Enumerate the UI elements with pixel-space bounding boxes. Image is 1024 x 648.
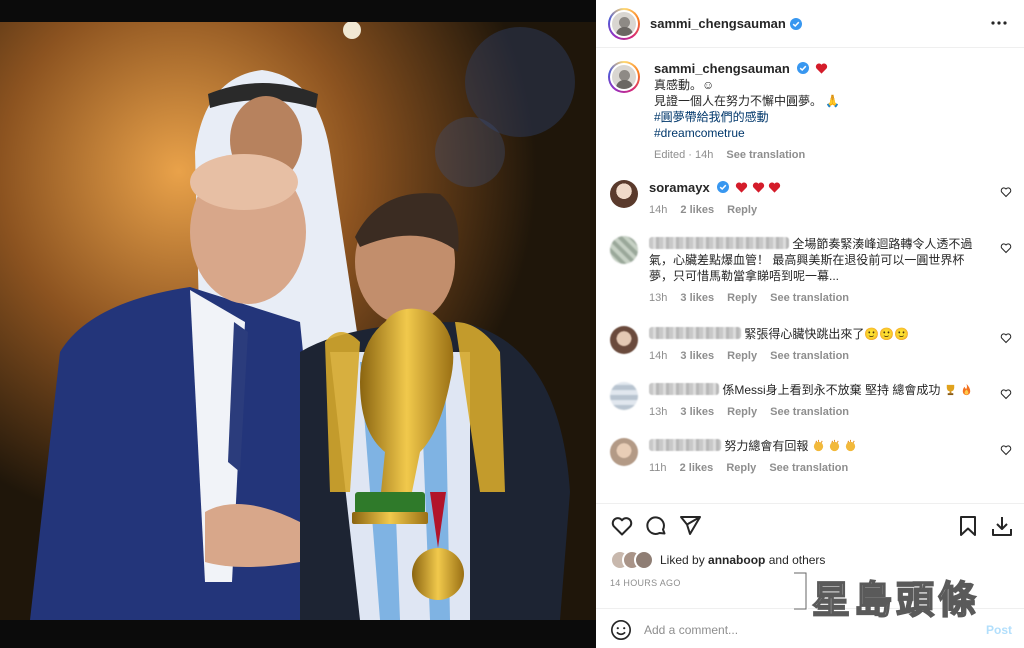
- caption-line-1: 真感動。☺: [654, 78, 715, 92]
- like-comment-icon[interactable]: [1000, 242, 1012, 254]
- author-avatar[interactable]: [608, 7, 640, 40]
- reply-button[interactable]: Reply: [727, 204, 757, 216]
- trophy-emoji-icon: [946, 384, 954, 396]
- comment-item: 努力總會有回報 11h 2 likes Reply See translatio…: [610, 438, 1020, 476]
- fire-emoji-icon: [962, 383, 971, 396]
- blurred-username: [649, 383, 719, 395]
- comment-likes[interactable]: 3 likes: [680, 292, 714, 304]
- commenter-avatar[interactable]: [610, 236, 638, 264]
- clapping-hands-emoji-icon: [829, 439, 840, 452]
- comments-scroll-area[interactable]: sammi_chengsauman 真感動。☺ 見證一個人在努力不懈中圓夢。 🙏…: [596, 49, 1024, 503]
- comment-time: 13h: [649, 406, 668, 418]
- reply-button[interactable]: Reply: [726, 462, 756, 474]
- watermark-text: 星島頭條: [811, 577, 981, 623]
- comment-item: 緊張得心臟快跳出來了🙂🙂🙂 14h 3 likes Reply See tran…: [610, 326, 1020, 364]
- post-photo[interactable]: [0, 22, 596, 620]
- post-header: sammi_chengsauman: [596, 0, 1024, 48]
- author-username[interactable]: sammi_chengsauman: [650, 16, 786, 31]
- red-heart-icon: [768, 182, 781, 193]
- see-translation-link[interactable]: See translation: [770, 292, 849, 304]
- comment-item: soramayx 14h 2 likes Reply: [610, 180, 1020, 218]
- clapping-hands-emoji-icon: [813, 439, 823, 452]
- comment-time: 14h: [649, 350, 668, 362]
- commenter-avatar[interactable]: [610, 180, 638, 208]
- post-comment-button[interactable]: Post: [986, 623, 1012, 637]
- commenter-avatar[interactable]: [610, 326, 638, 354]
- reply-button[interactable]: Reply: [727, 350, 757, 362]
- red-heart-icon: [752, 182, 764, 193]
- post-timestamp: 14 HOURS AGO: [610, 578, 681, 588]
- comment-icon[interactable]: [644, 514, 668, 538]
- liker-avatars[interactable]: [610, 550, 654, 570]
- reply-button[interactable]: Reply: [727, 292, 757, 304]
- red-heart-icon: [736, 182, 748, 193]
- comment-likes[interactable]: 3 likes: [680, 350, 714, 362]
- edited-time: Edited · 14h: [654, 149, 714, 161]
- comment-likes[interactable]: 2 likes: [680, 204, 714, 216]
- comment-text: 努力總會有回報: [724, 439, 809, 453]
- liked-by-user[interactable]: annaboop: [708, 553, 765, 567]
- comment-item: 全場節奏緊湊峰迴路轉令人透不過氣，心臟差點爆血管！ 最高興美斯在退役前可以一圓世…: [610, 236, 1020, 306]
- comment-text: 緊張得心臟快跳出來了🙂🙂🙂: [744, 327, 910, 341]
- verified-badge-icon: [789, 17, 802, 30]
- clapping-hands-emoji-icon: [846, 439, 856, 452]
- see-translation-link[interactable]: See translation: [770, 350, 849, 362]
- verified-badge-icon: [717, 181, 730, 193]
- more-options-icon[interactable]: [990, 14, 1008, 32]
- see-translation-link[interactable]: See translation: [770, 406, 849, 418]
- comment-likes[interactable]: 3 likes: [680, 406, 714, 418]
- comment-item: 係Messi身上看到永不放棄 堅持 總會成功 13h 3 likes Reply…: [610, 382, 1020, 420]
- blurred-username: [649, 327, 741, 339]
- download-icon[interactable]: [990, 514, 1014, 538]
- add-comment-input[interactable]: Add a comment...: [644, 623, 738, 637]
- emoji-picker-icon[interactable]: [610, 619, 632, 641]
- commenter-username[interactable]: soramayx: [649, 180, 710, 195]
- like-comment-icon[interactable]: [1000, 444, 1012, 456]
- like-comment-icon[interactable]: [1000, 186, 1012, 198]
- hashtag-link[interactable]: #dreamcometrue: [654, 125, 1018, 141]
- hashtag-link[interactable]: #圓夢帶給我們的感動: [654, 109, 1018, 125]
- caption-author-avatar[interactable]: [608, 61, 640, 93]
- trophy-ceremony-image: [0, 22, 596, 620]
- commenter-avatar[interactable]: [610, 438, 638, 466]
- see-translation-link[interactable]: See translation: [726, 149, 805, 161]
- like-comment-icon[interactable]: [1000, 332, 1012, 344]
- reply-button[interactable]: Reply: [727, 406, 757, 418]
- see-translation-link[interactable]: See translation: [769, 462, 848, 474]
- commenter-avatar[interactable]: [610, 382, 638, 410]
- liked-by-prefix: Liked by: [660, 553, 705, 567]
- share-send-icon[interactable]: [678, 514, 702, 538]
- post-caption: sammi_chengsauman 真感動。☺ 見證一個人在努力不懈中圓夢。 🙏…: [608, 61, 1018, 163]
- post-sidebar: sammi_chengsauman sammi_chengsauman 真感動。…: [596, 0, 1024, 648]
- caption-username[interactable]: sammi_chengsauman: [654, 61, 790, 76]
- verified-badge-icon: [797, 62, 810, 74]
- like-heart-icon[interactable]: [610, 514, 634, 538]
- like-comment-icon[interactable]: [1000, 388, 1012, 400]
- save-bookmark-icon[interactable]: [956, 514, 980, 538]
- blurred-username: [649, 237, 789, 249]
- news-watermark-logo: 星島頭條: [790, 565, 1005, 623]
- comment-time: 13h: [649, 292, 668, 304]
- comment-time: 11h: [649, 462, 667, 474]
- red-heart-icon: [815, 63, 827, 74]
- comment-likes[interactable]: 2 likes: [680, 462, 714, 474]
- comment-text: 係Messi身上看到永不放棄 堅持 總會成功: [722, 383, 941, 397]
- caption-line-2: 見證一個人在努力不懈中圓夢。 🙏: [654, 94, 841, 108]
- comment-time: 14h: [649, 204, 668, 216]
- blurred-username: [649, 439, 721, 451]
